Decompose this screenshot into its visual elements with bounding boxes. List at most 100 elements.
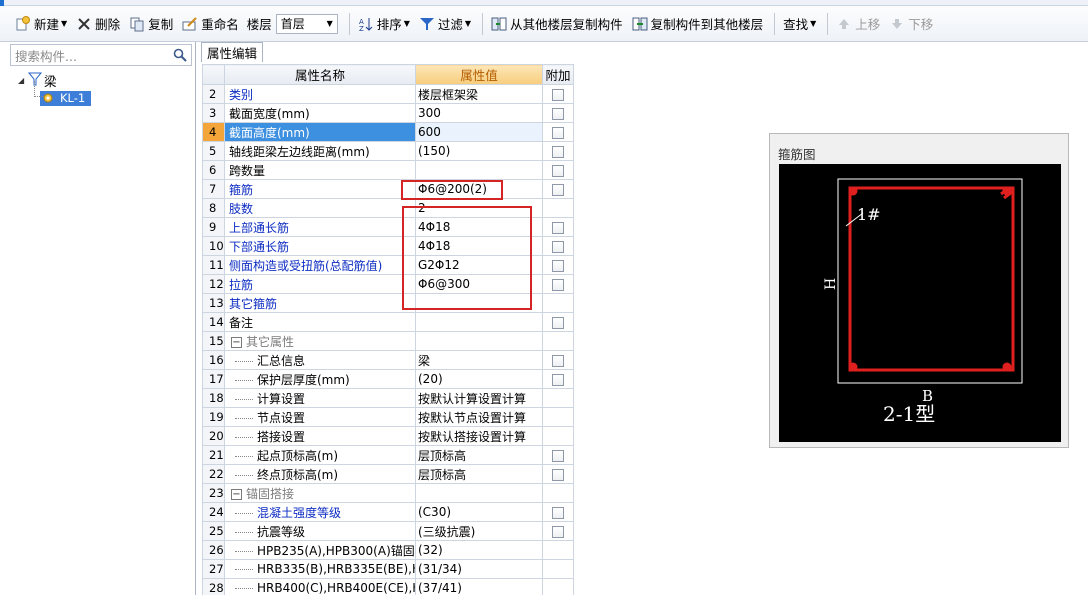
- property-value-cell[interactable]: (150): [415, 141, 543, 161]
- extra-checkbox[interactable]: [552, 126, 564, 139]
- grid-row[interactable]: 3 截面宽度(mm) 300: [202, 103, 574, 123]
- extra-checkbox[interactable]: [552, 107, 564, 120]
- extra-checkbox[interactable]: [552, 164, 564, 177]
- property-value-cell[interactable]: (C30): [415, 502, 543, 522]
- collapse-icon[interactable]: −: [231, 488, 242, 500]
- extra-header[interactable]: 附加: [542, 64, 574, 85]
- property-name-cell[interactable]: 肢数: [224, 198, 416, 218]
- property-name-cell[interactable]: − 其它属性: [224, 331, 416, 351]
- extra-checkbox[interactable]: [552, 221, 564, 234]
- grid-row[interactable]: 6 跨数量: [202, 160, 574, 180]
- copy-button[interactable]: 复制: [126, 12, 176, 36]
- copy-from-other-floor-button[interactable]: 从其他楼层复制构件: [488, 12, 626, 36]
- property-value-cell[interactable]: [415, 483, 543, 503]
- copy-to-other-floor-button[interactable]: 复制构件到其他楼层: [629, 12, 767, 36]
- property-name-cell[interactable]: 其它箍筋: [224, 293, 416, 313]
- grid-row[interactable]: 16 汇总信息 梁: [202, 350, 574, 370]
- property-value-cell[interactable]: 按默认节点设置计算: [415, 407, 543, 427]
- grid-row[interactable]: 26 HPB235(A),HPB300(A)锚固 (32): [202, 540, 574, 560]
- tab-property-edit[interactable]: 属性编辑: [201, 42, 264, 62]
- filter-button[interactable]: 过滤 ▼: [416, 12, 474, 36]
- property-value-cell[interactable]: (31/34): [415, 559, 543, 579]
- property-name-cell[interactable]: 汇总信息: [224, 350, 416, 370]
- rename-button[interactable]: 重命名: [179, 12, 242, 36]
- property-name-cell[interactable]: 轴线距梁左边线距离(mm): [224, 141, 416, 161]
- property-value-cell[interactable]: [415, 312, 543, 332]
- grid-row[interactable]: 14 备注: [202, 312, 574, 332]
- new-button[interactable]: 新建 ▼: [12, 12, 70, 36]
- tree-node-beam[interactable]: ◢ 梁: [18, 72, 91, 89]
- property-name-cell[interactable]: 截面高度(mm): [224, 122, 416, 142]
- move-down-button[interactable]: 下移: [886, 12, 936, 36]
- grid-row[interactable]: 23− 锚固搭接: [202, 483, 574, 503]
- property-value-cell[interactable]: (20): [415, 369, 543, 389]
- property-name-cell[interactable]: HPB235(A),HPB300(A)锚固: [224, 540, 416, 560]
- property-name-cell[interactable]: 保护层厚度(mm): [224, 369, 416, 389]
- property-value-cell[interactable]: 楼层框架梁: [415, 84, 543, 104]
- extra-checkbox[interactable]: [552, 373, 564, 386]
- grid-row[interactable]: 19 节点设置 按默认节点设置计算: [202, 407, 574, 427]
- move-up-button[interactable]: 上移: [833, 12, 883, 36]
- grid-row[interactable]: 5 轴线距梁左边线距离(mm) (150): [202, 141, 574, 161]
- tree-node-kl1[interactable]: KL-1: [34, 81, 92, 106]
- property-value-cell[interactable]: 梁: [415, 350, 543, 370]
- property-name-cell[interactable]: 起点顶标高(m): [224, 445, 416, 465]
- extra-checkbox[interactable]: [552, 240, 564, 253]
- property-name-cell[interactable]: 节点设置: [224, 407, 416, 427]
- grid-row[interactable]: 24 混凝土强度等级 (C30): [202, 502, 574, 522]
- property-value-cell[interactable]: 600: [415, 122, 543, 142]
- extra-checkbox[interactable]: [552, 278, 564, 291]
- grid-row[interactable]: 7 箍筋 Φ6@200(2): [202, 179, 574, 199]
- find-button[interactable]: 查找 ▼: [780, 12, 819, 36]
- property-value-cell[interactable]: 300: [415, 103, 543, 123]
- property-name-cell[interactable]: 截面宽度(mm): [224, 103, 416, 123]
- property-name-cell[interactable]: 箍筋: [224, 179, 416, 199]
- property-name-header[interactable]: 属性名称: [224, 64, 416, 85]
- grid-row[interactable]: 22 终点顶标高(m) 层顶标高: [202, 464, 574, 484]
- grid-row[interactable]: 28 HRB400(C),HRB400E(CE),HRBF(37/41): [202, 578, 574, 595]
- property-name-cell[interactable]: 侧面构造或受扭筋(总配筋值): [224, 255, 416, 275]
- search-icon[interactable]: [173, 48, 187, 62]
- property-name-cell[interactable]: − 锚固搭接: [224, 483, 416, 503]
- property-name-cell[interactable]: 拉筋: [224, 274, 416, 294]
- extra-checkbox[interactable]: [552, 468, 564, 481]
- delete-button[interactable]: 删除: [73, 12, 123, 36]
- property-name-cell[interactable]: HRB400(C),HRB400E(CE),HRBF: [224, 578, 416, 595]
- grid-row[interactable]: 17 保护层厚度(mm) (20): [202, 369, 574, 389]
- extra-checkbox[interactable]: [552, 259, 564, 272]
- property-value-cell[interactable]: [415, 331, 543, 351]
- grid-row[interactable]: 15− 其它属性: [202, 331, 574, 351]
- grid-row[interactable]: 20 搭接设置 按默认搭接设置计算: [202, 426, 574, 446]
- component-search-input[interactable]: 搜索构件...: [10, 44, 192, 66]
- extra-checkbox[interactable]: [552, 506, 564, 519]
- property-name-cell[interactable]: 下部通长筋: [224, 236, 416, 256]
- grid-row[interactable]: 2 类别 楼层框架梁: [202, 84, 574, 104]
- property-value-cell[interactable]: (三级抗震): [415, 521, 543, 541]
- property-name-cell[interactable]: 跨数量: [224, 160, 416, 180]
- extra-checkbox[interactable]: [552, 145, 564, 158]
- property-value-header[interactable]: 属性值: [415, 64, 543, 85]
- property-value-cell[interactable]: 按默认搭接设置计算: [415, 426, 543, 446]
- grid-row[interactable]: 21 起点顶标高(m) 层顶标高: [202, 445, 574, 465]
- property-value-cell[interactable]: (32): [415, 540, 543, 560]
- grid-row[interactable]: 27 HRB335(B),HRB335E(BE),HRBF(31/34): [202, 559, 574, 579]
- property-name-cell[interactable]: 计算设置: [224, 388, 416, 408]
- property-value-cell[interactable]: [415, 160, 543, 180]
- property-name-cell[interactable]: 终点顶标高(m): [224, 464, 416, 484]
- extra-checkbox[interactable]: [552, 88, 564, 101]
- tree-node-kl1-selected[interactable]: KL-1: [40, 90, 92, 106]
- grid-row[interactable]: 18 计算设置 按默认计算设置计算: [202, 388, 574, 408]
- property-value-cell[interactable]: 层顶标高: [415, 445, 543, 465]
- extra-checkbox[interactable]: [552, 525, 564, 538]
- collapse-triangle-icon[interactable]: ◢: [18, 76, 28, 85]
- extra-checkbox[interactable]: [552, 449, 564, 462]
- property-name-cell[interactable]: HRB335(B),HRB335E(BE),HRBF: [224, 559, 416, 579]
- property-name-cell[interactable]: 备注: [224, 312, 416, 332]
- property-name-cell[interactable]: 混凝土强度等级: [224, 502, 416, 522]
- property-name-cell[interactable]: 抗震等级: [224, 521, 416, 541]
- floor-select[interactable]: 首层 ▼: [275, 13, 338, 34]
- extra-checkbox[interactable]: [552, 354, 564, 367]
- sort-button[interactable]: AZ 排序 ▼: [355, 12, 413, 36]
- grid-row[interactable]: 4 截面高度(mm) 600: [202, 122, 574, 142]
- property-name-cell[interactable]: 搭接设置: [224, 426, 416, 446]
